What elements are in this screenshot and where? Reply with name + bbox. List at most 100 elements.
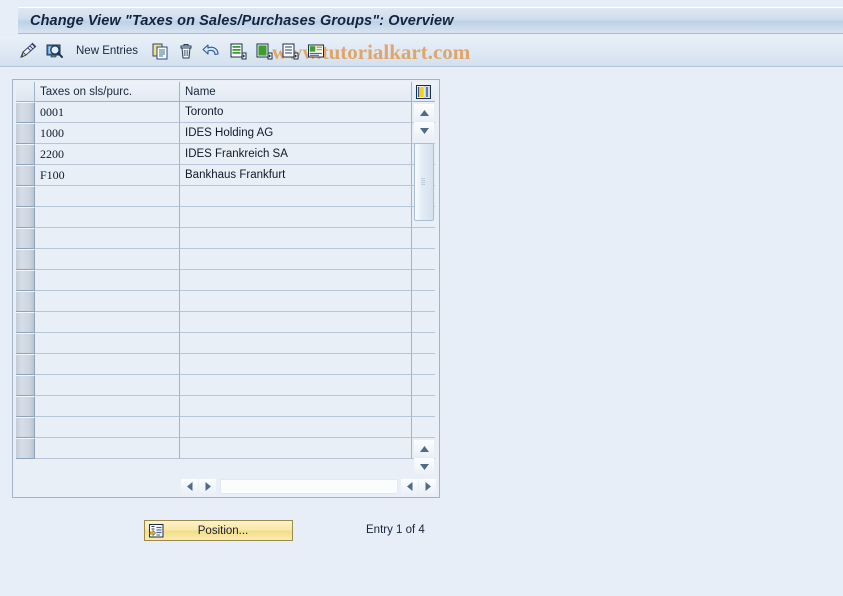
table-row[interactable] (16, 354, 436, 375)
select-block-icon[interactable] (252, 39, 276, 63)
cell-name[interactable] (180, 249, 412, 270)
cell-code[interactable]: 0001 (35, 102, 180, 123)
row-select-button[interactable] (16, 249, 35, 270)
cell-code[interactable]: F100 (35, 165, 180, 186)
row-select-button[interactable] (16, 354, 35, 375)
header-select-all-cell[interactable] (16, 82, 35, 102)
cell-code[interactable] (35, 312, 180, 333)
cell-name[interactable] (180, 396, 412, 417)
cell-code[interactable] (35, 354, 180, 375)
row-select-button[interactable] (16, 333, 35, 354)
cell-name[interactable] (180, 375, 412, 396)
cell-code[interactable] (35, 333, 180, 354)
horizontal-scrollbar-track[interactable] (220, 479, 398, 494)
table-row[interactable]: 0001 Toronto (16, 102, 436, 123)
display-change-icon[interactable] (16, 39, 40, 63)
cell-name[interactable] (180, 354, 412, 375)
cell-code[interactable] (35, 396, 180, 417)
table-row[interactable] (16, 207, 436, 228)
cell-code[interactable] (35, 207, 180, 228)
cell-code[interactable] (35, 291, 180, 312)
cell-name[interactable] (180, 291, 412, 312)
table-row[interactable] (16, 228, 436, 249)
cell-code[interactable] (35, 249, 180, 270)
table-row[interactable]: F100 Bankhaus Frankfurt (16, 165, 436, 186)
cell-name[interactable]: IDES Holding AG (180, 123, 412, 144)
table-row[interactable] (16, 270, 436, 291)
undo-arrow-icon[interactable] (200, 39, 224, 63)
table-row[interactable] (16, 249, 436, 270)
cell-code[interactable] (35, 270, 180, 291)
position-button[interactable]: Position... (144, 520, 293, 541)
table-row[interactable] (16, 312, 436, 333)
scroll-page-left-button[interactable] (401, 478, 418, 495)
scroll-left-button[interactable] (181, 478, 198, 495)
overview-table: Taxes on sls/purc. Name 0001 Toronto 1000 I… (12, 79, 440, 498)
row-select-button[interactable] (16, 228, 35, 249)
row-select-button[interactable] (16, 123, 35, 144)
cell-name[interactable]: Toronto (180, 102, 412, 123)
select-all-icon[interactable] (226, 39, 250, 63)
table-row[interactable] (16, 291, 436, 312)
row-select-button[interactable] (16, 417, 35, 438)
column-header-name[interactable]: Name (180, 82, 412, 102)
cell-name[interactable]: IDES Frankreich SA (180, 144, 412, 165)
row-select-button[interactable] (16, 207, 35, 228)
cell-name[interactable] (180, 312, 412, 333)
column-header-code[interactable]: Taxes on sls/purc. (35, 82, 180, 102)
row-select-button[interactable] (16, 102, 35, 123)
cell-name[interactable] (180, 228, 412, 249)
table-row[interactable] (16, 438, 436, 459)
cell-code[interactable]: 1000 (35, 123, 180, 144)
cell-code[interactable] (35, 228, 180, 249)
scroll-up-button[interactable] (414, 104, 434, 121)
triangle-left-icon (186, 482, 192, 491)
table-row[interactable] (16, 375, 436, 396)
row-select-button[interactable] (16, 291, 35, 312)
variant-list-icon[interactable] (304, 39, 328, 63)
scroll-page-up-button[interactable] (414, 440, 434, 457)
table-row[interactable] (16, 333, 436, 354)
application-toolbar: New Entries (0, 36, 843, 67)
cell-code[interactable] (35, 417, 180, 438)
copy-icon[interactable] (148, 39, 172, 63)
scroll-right-button[interactable] (199, 478, 216, 495)
table-row[interactable] (16, 396, 436, 417)
cell-code[interactable] (35, 438, 180, 459)
cell-code[interactable] (35, 186, 180, 207)
vertical-scrollbar-thumb[interactable]: ⣿ (414, 143, 434, 221)
delete-trash-icon[interactable] (174, 39, 198, 63)
table-row[interactable]: 1000 IDES Holding AG (16, 123, 436, 144)
triangle-right-icon (205, 482, 211, 491)
row-select-button[interactable] (16, 270, 35, 291)
cell-name[interactable] (180, 207, 412, 228)
position-button-label: Position... (197, 524, 249, 537)
table-row[interactable]: 2200 IDES Frankreich SA (16, 144, 436, 165)
row-select-button[interactable] (16, 396, 35, 417)
scroll-page-right-button[interactable] (419, 478, 436, 495)
cell-name[interactable] (180, 417, 412, 438)
cell-name[interactable] (180, 438, 412, 459)
details-magnifier-icon[interactable] (42, 39, 66, 63)
table-row[interactable] (16, 417, 436, 438)
new-entries-button[interactable]: New Entries (76, 45, 138, 57)
row-select-button[interactable] (16, 438, 35, 459)
row-select-button[interactable] (16, 312, 35, 333)
table-row[interactable] (16, 186, 436, 207)
cell-name[interactable] (180, 186, 412, 207)
cell-code[interactable]: 2200 (35, 144, 180, 165)
cell-name[interactable] (180, 333, 412, 354)
horizontal-scrollbar[interactable] (181, 478, 436, 495)
vertical-scrollbar[interactable]: ⣿ (414, 104, 436, 475)
row-select-button[interactable] (16, 165, 35, 186)
row-select-button[interactable] (16, 144, 35, 165)
table-settings-icon[interactable] (412, 82, 435, 102)
cell-name[interactable] (180, 270, 412, 291)
cell-name[interactable]: Bankhaus Frankfurt (180, 165, 412, 186)
row-select-button[interactable] (16, 375, 35, 396)
scroll-down-button[interactable] (414, 122, 434, 139)
scroll-page-down-button[interactable] (414, 458, 434, 475)
deselect-all-icon[interactable] (278, 39, 302, 63)
cell-code[interactable] (35, 375, 180, 396)
row-select-button[interactable] (16, 186, 35, 207)
